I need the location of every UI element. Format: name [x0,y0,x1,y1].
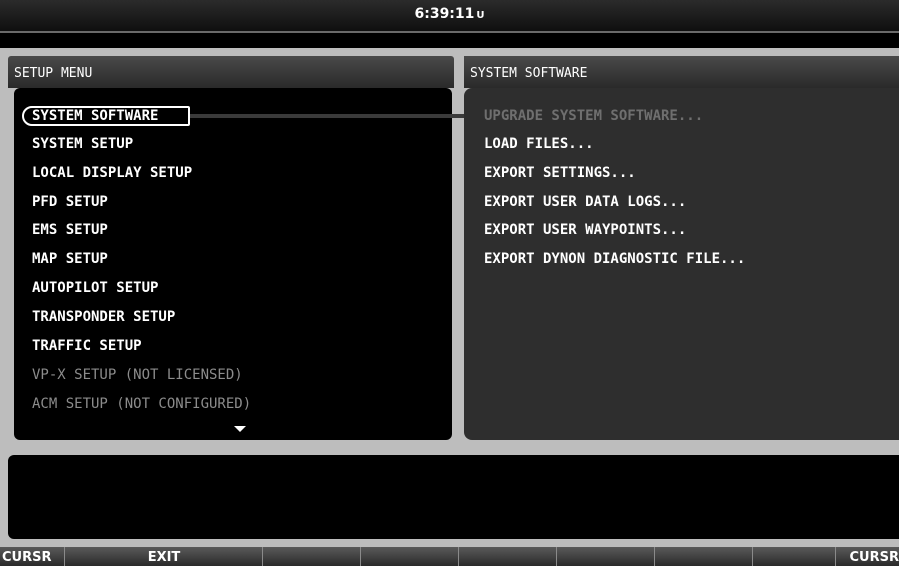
menu-item-local-display-setup[interactable]: LOCAL DISPLAY SETUP [32,163,192,183]
chevron-down-icon[interactable] [234,426,246,432]
softkey-3[interactable] [263,547,361,566]
menu-item-system-software[interactable]: SYSTEM SOFTWARE [32,106,158,126]
menu-item-autopilot-setup[interactable]: AUTOPILOT SETUP [32,278,158,298]
system-software-title: SYSTEM SOFTWARE [470,66,588,81]
menu-item-map-setup[interactable]: MAP SETUP [32,249,108,269]
menu-item-vpx-setup[interactable]: VP-X SETUP (NOT LICENSED) [32,365,243,385]
softkey-7[interactable] [655,547,753,566]
option-load-files[interactable]: LOAD FILES... [484,134,594,154]
option-export-user-waypoints[interactable]: EXPORT USER WAYPOINTS... [484,220,686,240]
menu-item-traffic-setup[interactable]: TRAFFIC SETUP [32,336,142,356]
option-export-dynon-diagnostic-file[interactable]: EXPORT DYNON DIAGNOSTIC FILE... [484,249,745,269]
clock-unit: U [476,10,485,21]
option-upgrade-system-software[interactable]: UPGRADE SYSTEM SOFTWARE... [484,106,703,126]
menu-item-pfd-setup[interactable]: PFD SETUP [32,192,108,212]
system-software-header: SYSTEM SOFTWARE [464,56,899,88]
menu-item-transponder-setup[interactable]: TRANSPONDER SETUP [32,307,175,327]
softkey-exit[interactable]: EXIT [66,547,263,566]
clock-display: 6:39:11 U [0,6,899,22]
option-export-settings[interactable]: EXPORT SETTINGS... [484,163,636,183]
softkey-bar: CURSR EXIT CURSR [0,547,899,566]
softkey-4[interactable] [361,547,459,566]
option-export-user-data-logs[interactable]: EXPORT USER DATA LOGS... [484,192,686,212]
message-area [8,455,899,539]
softkey-5[interactable] [459,547,557,566]
softkey-6[interactable] [557,547,655,566]
top-status-bar: 6:39:11 U [0,0,899,33]
clock-time: 6:39:11 [414,6,475,22]
softkey-8[interactable] [753,547,836,566]
softkey-cursr-left[interactable]: CURSR [0,547,65,566]
menu-item-ems-setup[interactable]: EMS SETUP [32,220,108,240]
setup-menu-header: SETUP MENU [8,56,454,88]
menu-item-system-setup[interactable]: SYSTEM SETUP [32,134,133,154]
menu-item-acm-setup[interactable]: ACM SETUP (NOT CONFIGURED) [32,394,251,414]
setup-menu-title: SETUP MENU [14,66,93,81]
selection-connector [190,114,464,118]
softkey-cursr-right[interactable]: CURSR [836,547,899,566]
